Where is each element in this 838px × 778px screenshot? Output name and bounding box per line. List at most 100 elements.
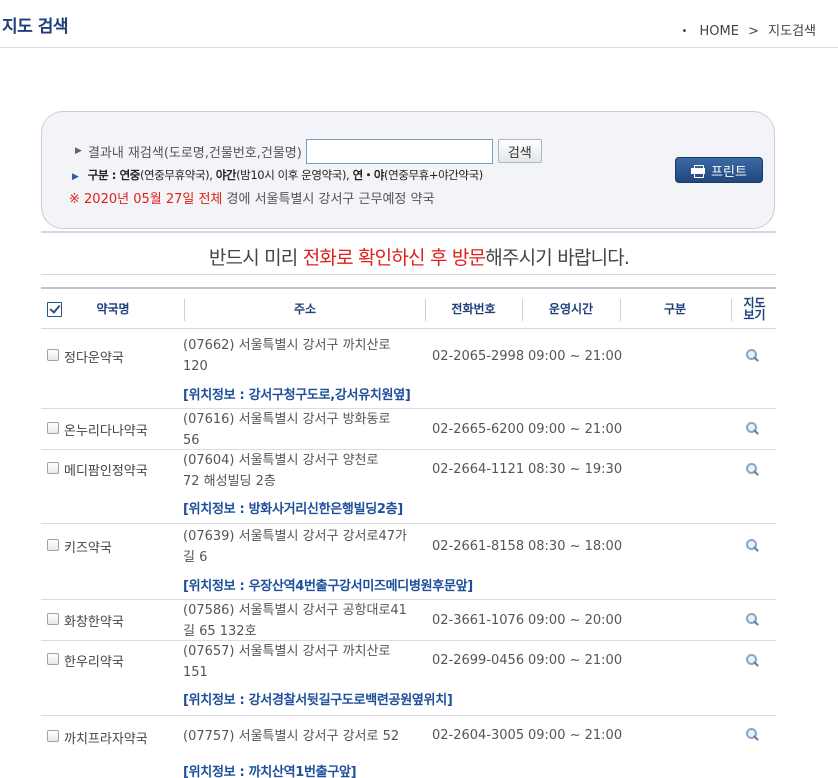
pharmacy-hours: 09:00 ~ 21:00 bbox=[528, 349, 623, 364]
pharmacy-address: (07616) 서울특별시 강서구 방화동로 56 bbox=[183, 409, 423, 451]
location-info: [위치정보 : 우장산역4번출구강서미즈메디병원후문앞] bbox=[183, 579, 473, 594]
location-info: [위치정보 : 방화사거리신한은행빌딩2층] bbox=[183, 502, 403, 517]
header-phone: 전화번호 bbox=[451, 302, 496, 316]
triangle-icon: ▶ bbox=[75, 146, 82, 156]
page-header: 지도 검색 • HOME > 지도검색 bbox=[0, 0, 838, 48]
research-label: 결과내 재검색(도로명,건물번호,건물명) bbox=[87, 145, 302, 161]
select-all-checkbox[interactable] bbox=[46, 301, 62, 317]
triangle-icon: ▶ bbox=[72, 172, 79, 182]
date-highlight: ※ 2020년 05월 27일 전체 bbox=[69, 192, 223, 207]
magnifier-icon[interactable] bbox=[745, 612, 759, 626]
search-button[interactable]: 검색 bbox=[497, 139, 542, 163]
pharmacy-phone: 02-2699-0456 bbox=[432, 653, 525, 668]
row-checkbox[interactable] bbox=[47, 613, 59, 625]
notice-part1: 반드시 미리 bbox=[208, 247, 303, 269]
pharmacy-address: (07757) 서울특별시 강서구 강서로 52 bbox=[183, 726, 423, 747]
pharmacy-name: 키즈약국 bbox=[64, 541, 112, 556]
table-row: 화창한약국 (07586) 서울특별시 강서구 공항대로41 길 65 132호… bbox=[41, 600, 776, 641]
address-line1: (07604) 서울특별시 강서구 양천로 bbox=[183, 453, 379, 468]
search-panel: ▶ 결과내 재검색(도로명,건물번호,건물명) 검색 ▶ 구분 : 연중(연중무… bbox=[41, 111, 775, 229]
address-line1: (07657) 서울특별시 강서구 까치산로 bbox=[183, 644, 391, 659]
pharmacy-hours: 09:00 ~ 20:00 bbox=[528, 613, 623, 628]
breadcrumb-home[interactable]: HOME bbox=[700, 24, 739, 39]
notice-highlight: 전화로 확인하신 후 방문 bbox=[302, 247, 486, 269]
address-line2: 길 6 bbox=[183, 550, 208, 565]
type-legend: ▶ 구분 : 연중(연중무휴약국), 야간(밤10시 이후 운영약국), 연・야… bbox=[72, 167, 483, 183]
pharmacy-hours: 09:00 ~ 21:00 bbox=[528, 422, 623, 437]
address-line1: (07662) 서울특별시 강서구 까치산로 bbox=[183, 338, 391, 353]
page-title: 지도 검색 bbox=[2, 17, 68, 37]
location-info: [위치정보 : 까치산역1번출구앞] bbox=[183, 765, 357, 778]
row-checkbox[interactable] bbox=[47, 539, 59, 551]
address-line2: 72 해성빌딩 2층 bbox=[183, 474, 276, 489]
divider bbox=[41, 274, 776, 275]
breadcrumb-current: 지도검색 bbox=[768, 24, 816, 39]
address-line2: 120 bbox=[183, 359, 208, 374]
address-line2: 길 65 132호 bbox=[183, 624, 257, 639]
pharmacy-address: (07639) 서울특별시 강서구 강서로47가 길 6 bbox=[183, 526, 423, 568]
row-checkbox[interactable] bbox=[47, 462, 59, 474]
pharmacy-name: 메디팜인정약국 bbox=[64, 464, 148, 479]
header-hours: 운영시간 bbox=[548, 302, 594, 316]
address-line2: 151 bbox=[183, 665, 208, 680]
legend-desc-yearround: (연중무휴약국), bbox=[139, 168, 216, 182]
pharmacy-address: (07662) 서울특별시 강서구 까치산로 120 bbox=[183, 335, 423, 377]
table-row: 정다운약국 (07662) 서울특별시 강서구 까치산로 120 02-2065… bbox=[41, 329, 776, 409]
pharmacy-name: 한우리약국 bbox=[64, 655, 124, 670]
pharmacy-name: 까치프라자약국 bbox=[64, 732, 148, 747]
legend-prefix: 구분 : bbox=[87, 168, 120, 182]
notice-part3: 해주시기 바랍니다. bbox=[485, 247, 630, 269]
pharmacy-hours: 09:00 ~ 21:00 bbox=[528, 653, 623, 668]
pharmacy-phone: 02-2664-1121 bbox=[432, 462, 525, 477]
divider bbox=[41, 231, 776, 233]
print-button-label: 프린트 bbox=[711, 164, 747, 180]
magnifier-icon[interactable] bbox=[745, 538, 759, 552]
row-checkbox[interactable] bbox=[47, 422, 59, 434]
location-info: [위치정보 : 강서경찰서뒷길구도로백련공원옆위치] bbox=[183, 693, 453, 708]
magnifier-icon[interactable] bbox=[745, 653, 759, 667]
pharmacy-name: 온누리다나약국 bbox=[64, 424, 148, 439]
table-row: 키즈약국 (07639) 서울특별시 강서구 강서로47가 길 6 02-266… bbox=[41, 524, 776, 600]
table-row: 메디팜인정약국 (07604) 서울특별시 강서구 양천로 72 해성빌딩 2층… bbox=[41, 450, 776, 524]
print-button[interactable]: 프린트 bbox=[675, 157, 763, 183]
magnifier-icon[interactable] bbox=[745, 421, 759, 435]
magnifier-icon[interactable] bbox=[745, 727, 759, 741]
pharmacy-hours: 08:30 ~ 19:30 bbox=[528, 462, 623, 477]
pharmacy-hours: 08:30 ~ 18:00 bbox=[528, 539, 623, 554]
header-map-line2: 보기 bbox=[743, 308, 766, 322]
research-row: ▶ 결과내 재검색(도로명,건물번호,건물명) 검색 bbox=[75, 138, 542, 164]
pharmacy-phone: 02-2661-8158 bbox=[432, 539, 525, 554]
header-address: 주소 bbox=[293, 302, 317, 316]
address-line1: (07639) 서울특별시 강서구 강서로47가 bbox=[183, 529, 407, 544]
row-checkbox[interactable] bbox=[47, 730, 59, 742]
table-row: 온누리다나약국 (07616) 서울특별시 강서구 방화동로 56 02-266… bbox=[41, 409, 776, 450]
pharmacy-table: 약국명 주소 전화번호 운영시간 구분 지도 보기 정다운약국 (07662) … bbox=[41, 287, 776, 778]
research-input[interactable] bbox=[305, 138, 493, 164]
location-info: [위치정보 : 강서구청구도로,강서유치원옆] bbox=[183, 388, 411, 403]
bullet-icon: • bbox=[681, 26, 688, 37]
magnifier-icon[interactable] bbox=[745, 348, 759, 362]
address-line1: (07586) 서울특별시 강서구 공항대로41 bbox=[183, 603, 407, 618]
row-checkbox[interactable] bbox=[47, 349, 59, 361]
address-line1: (07616) 서울특별시 강서구 방화동로 bbox=[183, 412, 391, 427]
pharmacy-address: (07604) 서울특별시 강서구 양천로 72 해성빌딩 2층 bbox=[183, 450, 423, 492]
header-name: 약국명 bbox=[96, 302, 130, 316]
legend-term-night: 야간 bbox=[215, 168, 237, 182]
date-region-text: 경에 서울특별시 강서구 근무예정 약국 bbox=[222, 192, 435, 207]
legend-term-yearround: 연중 bbox=[119, 168, 141, 182]
date-info: ※ 2020년 05월 27일 전체 경에 서울특별시 강서구 근무예정 약국 bbox=[69, 188, 434, 207]
pharmacy-phone: 02-2604-3005 bbox=[432, 728, 525, 743]
table-row: 한우리약국 (07657) 서울특별시 강서구 까치산로 151 02-2699… bbox=[41, 641, 776, 716]
header-divider bbox=[731, 299, 732, 321]
row-checkbox[interactable] bbox=[47, 653, 59, 665]
pharmacy-hours: 09:00 ~ 21:00 bbox=[528, 728, 623, 743]
printer-icon bbox=[691, 164, 706, 178]
table-row: 까치프라자약국 (07757) 서울특별시 강서구 강서로 52 02-2604… bbox=[41, 716, 776, 778]
magnifier-icon[interactable] bbox=[745, 462, 759, 476]
pharmacy-phone: 02-3661-1076 bbox=[432, 613, 525, 628]
notice-message: 반드시 미리 전화로 확인하신 후 방문해주시기 바랍니다. bbox=[0, 243, 838, 270]
pharmacy-phone: 02-2065-2998 bbox=[432, 349, 525, 364]
breadcrumb-separator: > bbox=[748, 24, 760, 39]
address-line2: 56 bbox=[183, 433, 200, 448]
pharmacy-address: (07657) 서울특별시 강서구 까치산로 151 bbox=[183, 641, 423, 683]
